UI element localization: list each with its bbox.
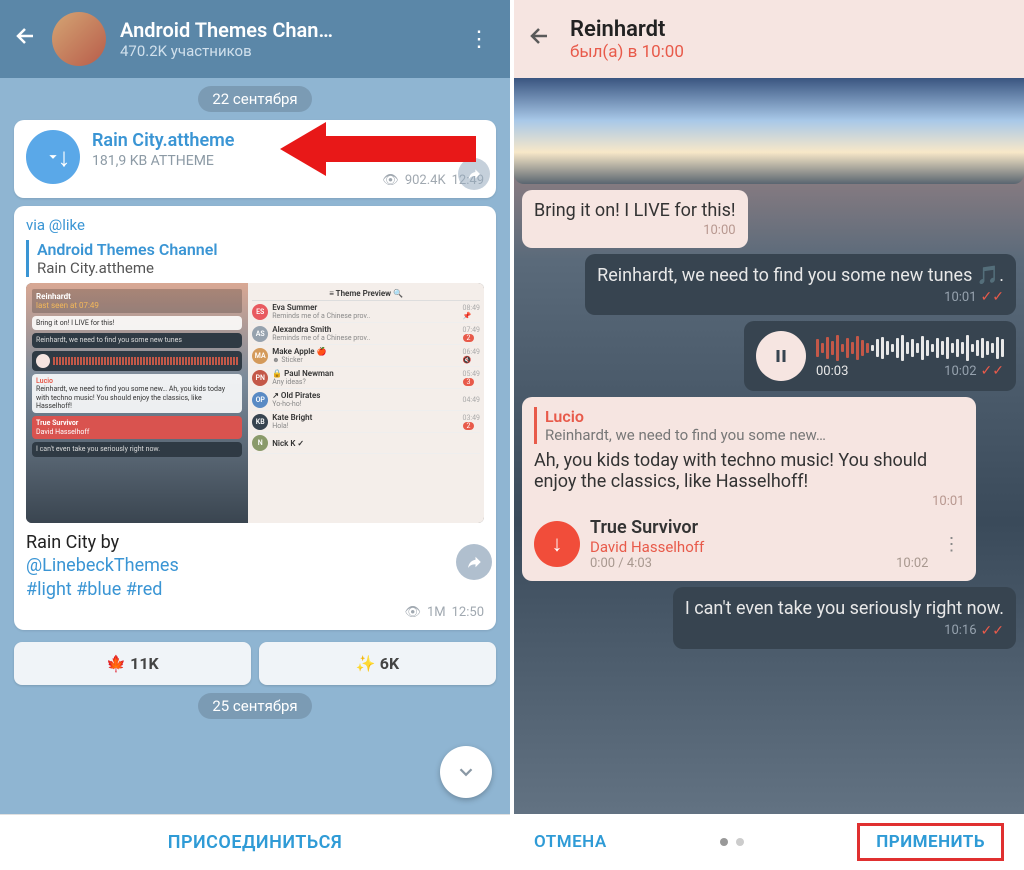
scroll-down-button[interactable] — [440, 746, 492, 798]
chat-preview-panel: Reinhardt был(а) в 10:00 Bring it on! I … — [514, 0, 1024, 870]
contact-name[interactable]: Reinhardt — [570, 17, 684, 42]
theme-preview-image[interactable]: Reinhardtlast seen at 07:49 Bring it on!… — [26, 283, 484, 523]
page-indicator — [627, 838, 838, 846]
post-caption: Rain City by @LinebeckThemes #light #blu… — [26, 531, 484, 601]
join-button[interactable]: ПРИСОЕДИНИТЬСЯ — [0, 814, 510, 870]
reaction-button-1[interactable]: 🍁 11K — [14, 642, 251, 685]
voice-duration: 00:03 — [816, 364, 848, 379]
incoming-message[interactable]: Bring it on! I LIVE for this! 10:00 — [522, 190, 748, 248]
contact-status: был(а) в 10:00 — [570, 42, 684, 62]
image-message[interactable] — [514, 78, 1024, 184]
preview-footer: ОТМЕНА ПРИМЕНИТЬ — [514, 814, 1024, 870]
views-icon: 👁 — [404, 605, 421, 620]
back-icon[interactable] — [14, 24, 38, 54]
reactions-row: 🍁 11K ✨ 6K — [14, 642, 496, 685]
audio-attachment[interactable]: ↓ True Survivor David Hasselhoff 0:00 / … — [534, 517, 964, 571]
outgoing-message[interactable]: I can't even take you seriously right no… — [673, 587, 1016, 648]
annotation-arrow — [280, 118, 480, 180]
apply-button[interactable]: ПРИМЕНИТЬ — [876, 832, 985, 852]
channel-title[interactable]: Android Themes Chan… — [120, 18, 448, 42]
reaction-button-2[interactable]: ✨ 6K — [259, 642, 496, 685]
channel-avatar[interactable] — [52, 12, 106, 66]
post-message[interactable]: via @like Android Themes Channel Rain Ci… — [14, 206, 496, 630]
outgoing-message[interactable]: Reinhardt, we need to find you some new … — [585, 254, 1016, 315]
post-tags[interactable]: #light #blue #red — [26, 579, 162, 600]
share-icon[interactable] — [456, 544, 492, 580]
read-checks-icon: ✓✓ — [981, 289, 1004, 305]
author-link[interactable]: @LinebeckThemes — [26, 555, 179, 576]
date-separator: 25 сентября — [198, 693, 311, 719]
voice-message[interactable]: 00:03 10:02✓✓ — [744, 321, 1016, 391]
channel-body[interactable]: 22 сентября ↓ Rain City.attheme 181,9 KB… — [0, 78, 510, 814]
download-icon[interactable]: ↓ — [534, 521, 580, 567]
post-time: 12:50 — [452, 605, 484, 620]
download-icon[interactable]: ↓ — [26, 130, 80, 184]
quote-reference[interactable]: Lucio Reinhardt, we need to find you som… — [534, 407, 964, 444]
post-views: 1M — [427, 605, 446, 620]
menu-icon[interactable]: ⋮ — [462, 27, 496, 52]
audio-menu-icon[interactable]: ⋮ — [938, 534, 964, 555]
date-separator: 22 сентября — [198, 86, 311, 112]
apply-button-highlight: ПРИМЕНИТЬ — [857, 823, 1004, 861]
via-label[interactable]: via @like — [26, 216, 484, 234]
back-icon[interactable] — [528, 24, 552, 54]
channel-panel: Android Themes Chan… 470.2K участников ⋮… — [0, 0, 510, 870]
waveform[interactable] — [816, 333, 1004, 363]
channel-subscribers: 470.2K участников — [120, 42, 448, 60]
chat-header: Reinhardt был(а) в 10:00 — [514, 0, 1024, 78]
cancel-button[interactable]: ОТМЕНА — [534, 832, 607, 852]
incoming-message-with-quote[interactable]: Lucio Reinhardt, we need to find you som… — [522, 397, 976, 581]
reply-reference[interactable]: Android Themes Channel Rain City.attheme — [26, 240, 484, 277]
channel-header: Android Themes Chan… 470.2K участников ⋮ — [0, 0, 510, 78]
pause-icon[interactable] — [756, 331, 806, 381]
chat-body[interactable]: Bring it on! I LIVE for this! 10:00 Rein… — [514, 78, 1024, 814]
